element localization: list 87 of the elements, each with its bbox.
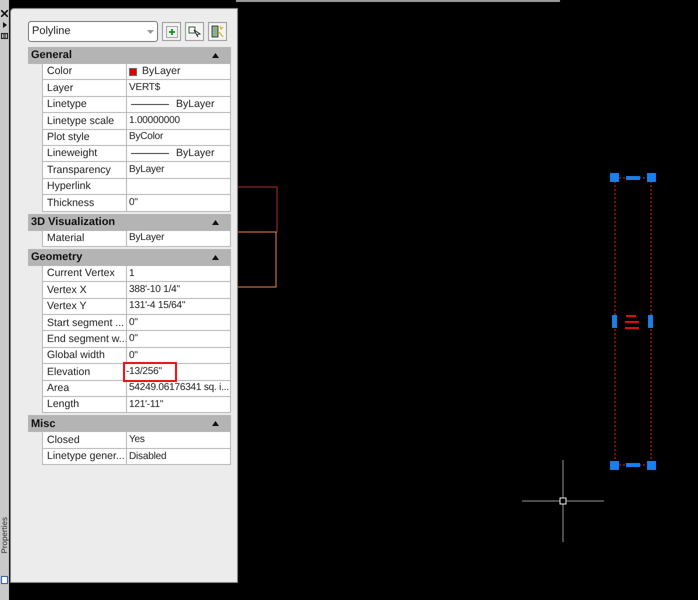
property-value: VERT$ (129, 83, 160, 94)
property-value: Yes (129, 435, 145, 446)
property-label: End segment w... (47, 334, 128, 344)
triangle-icon[interactable] (2, 22, 6, 28)
property-value: ByLayer (176, 148, 215, 159)
property-value: Disabled (129, 452, 166, 462)
property-value: ByLayer (129, 165, 164, 176)
property-label: Closed (47, 434, 80, 446)
property-label: Current Vertex (47, 268, 115, 279)
property-value: ByLayer (176, 99, 215, 110)
property-label: Material (47, 232, 84, 244)
property-label: Area (47, 383, 70, 394)
quick-select-icon (211, 25, 224, 38)
property-label: Thickness (47, 198, 94, 208)
property-value: 1 (129, 268, 134, 279)
plus-square-icon (166, 26, 178, 38)
line-sample-icon (131, 104, 169, 105)
property-label: Color (47, 66, 72, 77)
line-sample-icon (131, 153, 169, 154)
value-cell[interactable]: ByLayer (126, 96, 230, 112)
property-label: Start segment ... (47, 318, 124, 328)
property-value: 0" (129, 198, 138, 208)
panel-icon[interactable] (1, 576, 8, 584)
section-header[interactable]: Misc (28, 415, 231, 432)
property-value: 388'-10 1/4" (129, 284, 180, 295)
quick-select-button[interactable] (208, 22, 227, 41)
property-label: Linetype gener... (47, 451, 125, 462)
property-value: ByLayer (142, 66, 181, 77)
section-header[interactable]: Geometry (28, 248, 231, 266)
property-label: Hyperlink (47, 181, 91, 192)
value-cell[interactable]: 388'-10 1/4" (126, 282, 230, 298)
value-cell[interactable]: 0" (126, 331, 230, 347)
value-cell[interactable]: ByLayer (126, 230, 230, 246)
add-selection-button[interactable] (162, 22, 181, 41)
value-cell[interactable]: 54249.06176341 sq. i... (126, 380, 230, 396)
property-value: 0" (129, 318, 138, 328)
section-title: Misc (31, 416, 56, 432)
property-value: ByLayer (129, 233, 164, 244)
property-label: Elevation (47, 366, 90, 378)
section-title: General (31, 48, 72, 64)
value-cell[interactable]: ByLayer (126, 162, 230, 178)
collapse-arrow-icon[interactable] (212, 254, 219, 260)
caret-icon (147, 30, 154, 34)
property-label: Vertex X (47, 284, 87, 296)
property-value: 1.00000000 (129, 116, 180, 126)
property-value: ByColor (129, 132, 164, 142)
value-cell[interactable]: 0" (126, 195, 230, 211)
value-cell[interactable]: Disabled (126, 448, 230, 464)
section-title: 3D Visualization (31, 214, 116, 230)
object-type-dropdown[interactable]: Polyline (28, 21, 158, 42)
value-cell[interactable]: 1.00000000 (126, 113, 230, 129)
value-cell[interactable]: -13/256" (123, 362, 177, 382)
collapse-arrow-icon[interactable] (212, 220, 219, 225)
property-value: -13/256" (126, 367, 162, 378)
property-label: Lineweight (47, 148, 98, 159)
value-cell[interactable]: ByLayer (126, 146, 230, 162)
property-label: Global width (47, 350, 105, 361)
property-value: 131'-4 15/64" (129, 301, 186, 312)
property-label: Vertex Y (47, 301, 86, 312)
value-cell[interactable]: 131'-4 15/64" (126, 298, 230, 314)
property-value: 0" (129, 334, 138, 344)
value-cell[interactable]: VERT$ (126, 80, 230, 96)
collapse-arrow-icon[interactable] (212, 53, 219, 58)
section-header[interactable]: 3D Visualization (28, 214, 231, 231)
property-label: Plot style (47, 132, 90, 142)
value-cell[interactable]: ByLayer (126, 64, 230, 80)
collapse-arrow-icon[interactable] (212, 421, 219, 426)
property-label: Linetype (47, 99, 87, 110)
property-value: 0" (129, 350, 138, 361)
property-value: 54249.06176341 sq. i... (129, 383, 229, 394)
value-cell[interactable]: ByColor (126, 130, 230, 145)
select-objects-button[interactable] (185, 22, 204, 41)
property-label: Linetype scale (47, 116, 114, 126)
close-icon[interactable] (1, 10, 8, 17)
property-value: 121'-11" (129, 400, 164, 410)
menu-icon[interactable] (1, 33, 8, 39)
property-label: Length (47, 399, 80, 410)
value-cell[interactable]: 121'-11" (126, 397, 230, 412)
section-title: Geometry (31, 250, 82, 266)
palette-title: Properties (0, 516, 8, 553)
property-label: Layer (47, 82, 74, 94)
value-cell[interactable]: 1 (126, 266, 230, 282)
section-header[interactable]: General (28, 47, 231, 64)
cursor-select-icon (188, 25, 201, 38)
property-label: Transparency (47, 164, 111, 176)
value-cell[interactable]: Yes (126, 432, 230, 448)
value-cell[interactable]: 0" (126, 315, 230, 330)
